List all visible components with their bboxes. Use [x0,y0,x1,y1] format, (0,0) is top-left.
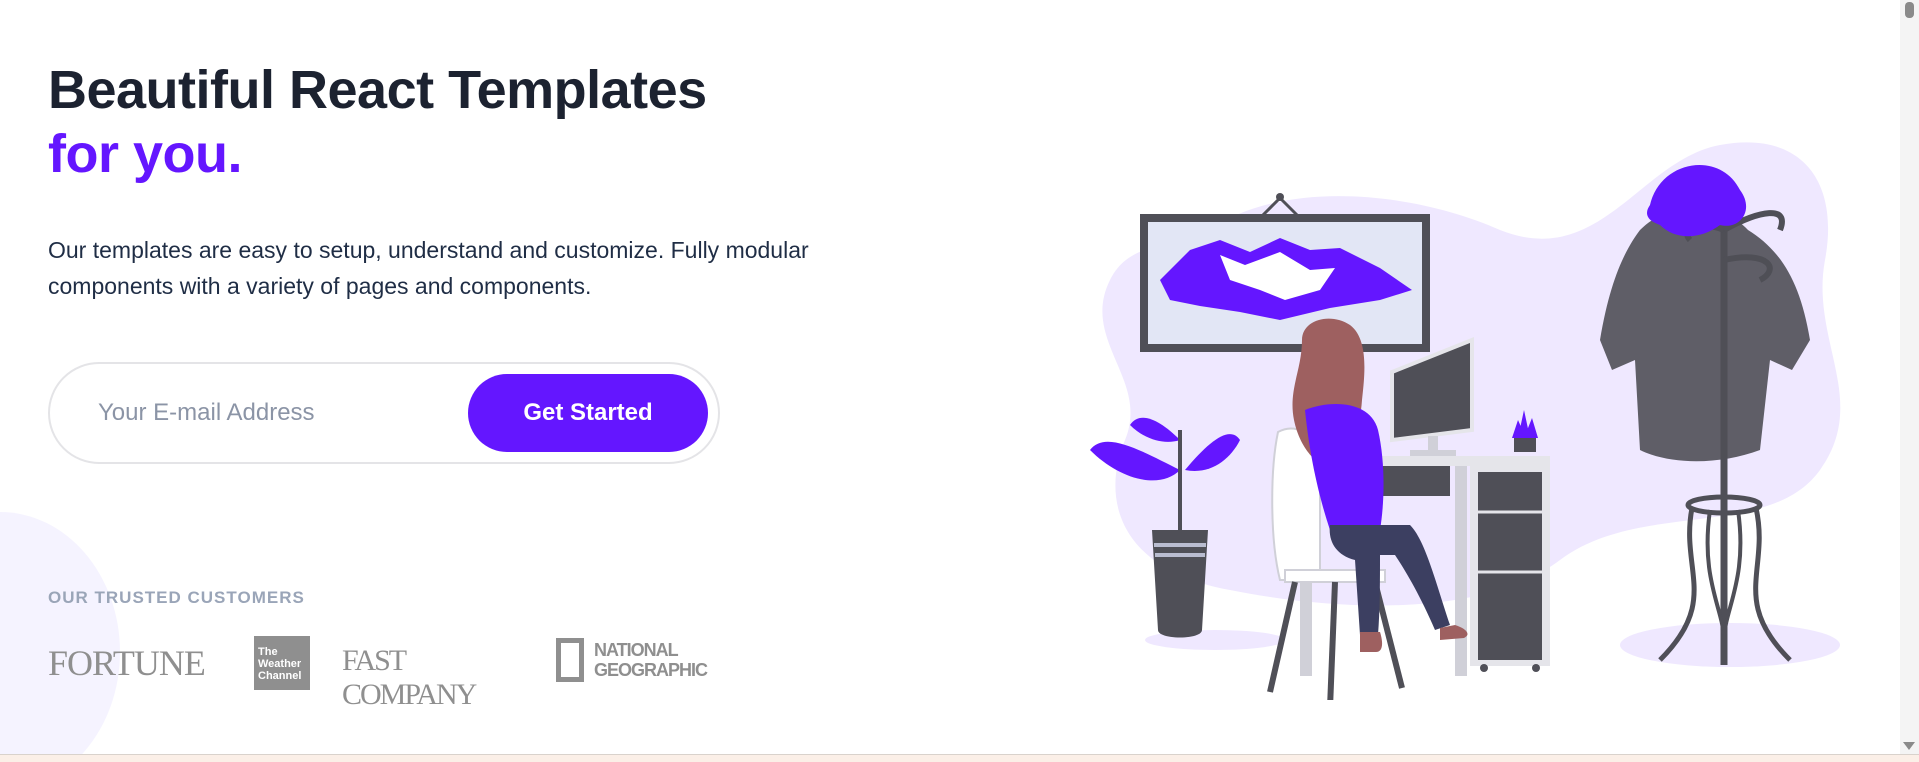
hero-section: Beautiful React Templates for you. Our t… [48,58,809,304]
fortune-logo: FORTUNE [48,643,206,683]
natgeo-line: GEOGRAPHIC [594,660,708,680]
chevron-down-icon[interactable] [1903,742,1915,750]
email-input[interactable] [98,390,458,436]
person-shoe [1360,632,1383,652]
weather-logo-line: Weather [258,658,302,670]
desk-drawers [1478,472,1542,660]
hero-description: Our templates are easy to setup, underst… [48,237,809,299]
natgeo-line: NATIONAL [594,640,679,660]
floor-shadow [1620,623,1840,667]
person-at-desk-illustration [1090,142,1841,700]
get-started-button[interactable]: Get Started [468,374,708,452]
scrollbar-thumb[interactable] [1905,2,1914,18]
next-section-edge [0,754,1919,762]
weather-logo-line: The [258,646,278,658]
landing-page: Beautiful React Templates for you. Our t… [0,0,1900,754]
hero-title: Beautiful React Templates [48,60,707,120]
natgeo-wordmark: NATIONAL GEOGRAPHIC [594,640,708,680]
page-scrollbar[interactable] [1900,0,1919,754]
decorative-background-circle [0,512,120,754]
fast-company-logo: FAST COMPANY [342,644,477,711]
hero-title-highlight: for you. [48,124,243,184]
weather-logo-line: Channel [258,670,302,682]
weather-channel-logo: The Weather Channel [254,636,310,690]
trusted-customers-heading: OUR TRUSTED CUSTOMERS [48,588,305,607]
natgeo-frame-icon [556,638,584,682]
email-signup-form: Get Started [48,362,720,464]
